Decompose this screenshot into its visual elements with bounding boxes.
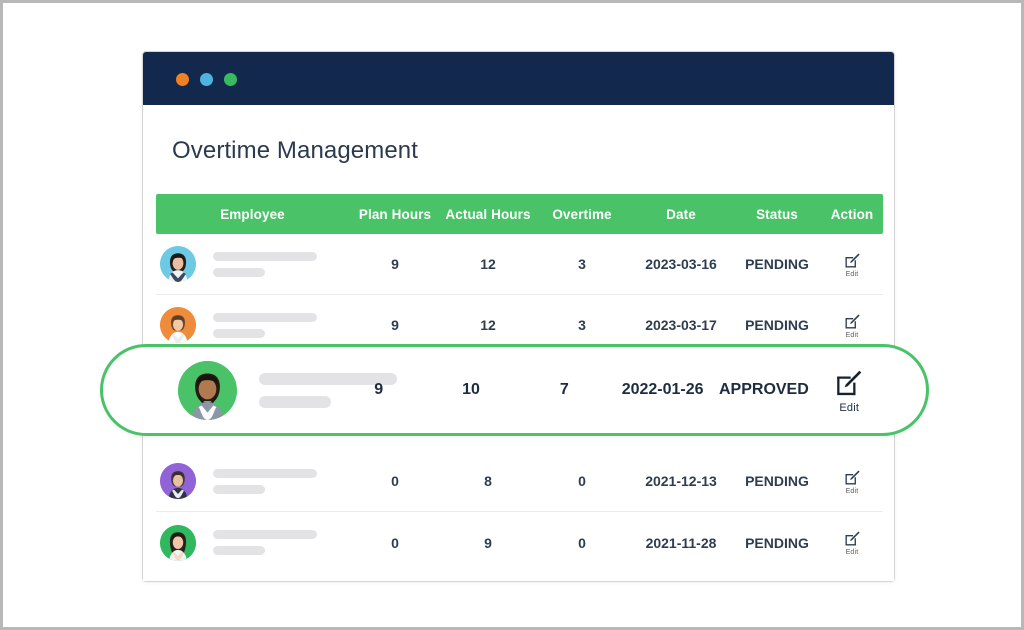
cell-date: 2021-12-13 bbox=[645, 473, 717, 489]
column-header-actual-hours[interactable]: Actual Hours bbox=[441, 207, 535, 222]
employee-cell bbox=[156, 246, 349, 282]
status-badge: PENDING bbox=[745, 534, 809, 551]
cell-action: Edit bbox=[814, 367, 885, 414]
edit-button[interactable]: Edit bbox=[821, 529, 883, 556]
cell-overtime: 0 bbox=[578, 473, 586, 489]
name-placeholder-line-2 bbox=[213, 328, 265, 338]
browser-title-bar bbox=[143, 52, 894, 105]
window-maximize-dot[interactable] bbox=[224, 73, 237, 86]
employee-cell bbox=[158, 360, 397, 420]
edit-button[interactable]: Edit bbox=[814, 367, 885, 414]
cell-action: Edit bbox=[821, 251, 883, 278]
cell-actual-hours: 10 bbox=[462, 381, 480, 398]
table-row[interactable]: 0 9 0 2021-11-28 PENDING Edit bbox=[156, 512, 883, 573]
edit-button[interactable]: Edit bbox=[821, 312, 883, 339]
employee-name-placeholder bbox=[213, 312, 317, 338]
selected-table-row[interactable]: 9 10 7 2022-01-26 APPROVED Edit bbox=[100, 344, 929, 436]
employee-cell bbox=[156, 463, 349, 499]
cell-date: 2023-03-16 bbox=[645, 256, 717, 272]
page-frame: Overtime Management Employee Plan Hours … bbox=[0, 0, 1024, 630]
cell-action: Edit bbox=[821, 312, 883, 339]
employee-name-placeholder bbox=[213, 530, 317, 555]
employee-cell bbox=[156, 524, 349, 561]
name-placeholder-line-1 bbox=[213, 312, 317, 322]
page-title: Overtime Management bbox=[172, 137, 419, 164]
name-placeholder-line-2 bbox=[213, 484, 265, 494]
column-header-status[interactable]: Status bbox=[733, 207, 821, 222]
cell-actual-hours: 12 bbox=[480, 317, 496, 333]
avatar bbox=[160, 463, 196, 499]
cell-action: Edit bbox=[821, 529, 883, 556]
cell-actual-hours: 9 bbox=[484, 534, 492, 551]
window-content: Overtime Management Employee Plan Hours … bbox=[143, 105, 894, 581]
edit-button[interactable]: Edit bbox=[821, 468, 883, 495]
name-placeholder-line-2 bbox=[213, 546, 265, 555]
column-header-action[interactable]: Action bbox=[821, 207, 883, 222]
cell-actual-hours: 8 bbox=[484, 473, 492, 489]
cell-plan-hours: 0 bbox=[391, 473, 399, 489]
column-header-plan-hours[interactable]: Plan Hours bbox=[349, 207, 441, 222]
table-row[interactable]: 9 12 3 2023-03-16 PENDING Edit bbox=[156, 234, 883, 295]
edit-label: Edit bbox=[845, 270, 859, 278]
cell-overtime: 7 bbox=[559, 381, 569, 398]
cell-overtime: 3 bbox=[578, 317, 586, 333]
cell-date: 2023-03-17 bbox=[645, 317, 717, 333]
cell-plan-hours: 0 bbox=[391, 534, 399, 551]
avatar bbox=[160, 246, 196, 282]
employee-cell bbox=[156, 307, 349, 343]
status-badge: PENDING bbox=[745, 317, 809, 333]
table-row[interactable]: 0 8 0 2021-12-13 PENDING Edit bbox=[156, 451, 883, 512]
edit-button[interactable]: Edit bbox=[821, 251, 883, 278]
name-placeholder-line-2 bbox=[213, 267, 265, 277]
cell-overtime: 3 bbox=[578, 256, 586, 272]
edit-pencil-icon bbox=[844, 313, 860, 329]
column-header-date[interactable]: Date bbox=[629, 207, 733, 222]
status-badge: APPROVED bbox=[718, 381, 809, 398]
edit-pencil-icon bbox=[844, 252, 860, 268]
table-header-row: Employee Plan Hours Actual Hours Overtim… bbox=[156, 194, 883, 234]
column-header-employee[interactable]: Employee bbox=[156, 207, 349, 222]
window-minimize-dot[interactable] bbox=[200, 73, 213, 86]
window-close-dot[interactable] bbox=[176, 73, 189, 86]
avatar bbox=[160, 307, 196, 343]
edit-label: Edit bbox=[839, 401, 860, 414]
employee-name-placeholder bbox=[213, 251, 317, 277]
cell-plan-hours: 9 bbox=[391, 256, 399, 272]
edit-label: Edit bbox=[845, 549, 859, 556]
cell-date: 2021-11-28 bbox=[645, 534, 717, 551]
cell-action: Edit bbox=[821, 468, 883, 495]
name-placeholder-line-2 bbox=[259, 395, 331, 408]
edit-pencil-icon bbox=[837, 370, 862, 395]
browser-window: Overtime Management Employee Plan Hours … bbox=[142, 51, 895, 582]
edit-label: Edit bbox=[845, 487, 859, 495]
cell-actual-hours: 12 bbox=[480, 256, 496, 272]
avatar bbox=[178, 360, 237, 420]
edit-pencil-icon bbox=[844, 469, 860, 485]
column-header-overtime[interactable]: Overtime bbox=[535, 207, 629, 222]
avatar bbox=[160, 524, 196, 561]
edit-label: Edit bbox=[845, 331, 859, 339]
cell-overtime: 0 bbox=[578, 534, 586, 551]
name-placeholder-line-1 bbox=[213, 251, 317, 261]
cell-plan-hours: 9 bbox=[391, 317, 399, 333]
name-placeholder-line-1 bbox=[213, 468, 317, 478]
cell-plan-hours: 9 bbox=[374, 381, 384, 398]
status-badge: PENDING bbox=[745, 473, 809, 489]
employee-name-placeholder bbox=[213, 468, 317, 494]
status-badge: PENDING bbox=[745, 256, 809, 272]
name-placeholder-line-1 bbox=[213, 530, 317, 539]
cell-date: 2022-01-26 bbox=[621, 381, 704, 398]
edit-pencil-icon bbox=[844, 531, 860, 546]
